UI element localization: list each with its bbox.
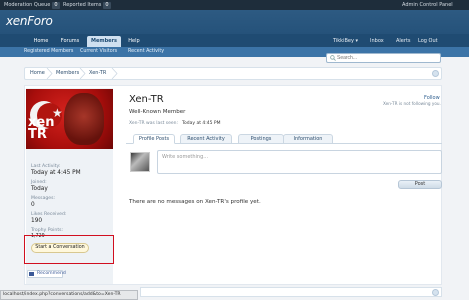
tab-information[interactable]: Information bbox=[283, 134, 333, 144]
poster-avatar bbox=[130, 152, 150, 172]
stat-value-last-activity: Today at 4:45 PM bbox=[31, 170, 81, 176]
facebook-icon bbox=[29, 272, 34, 276]
nav-tab-home[interactable]: Home bbox=[28, 36, 54, 47]
bottom-breadcrumb bbox=[140, 287, 442, 297]
highlight-box bbox=[24, 235, 114, 264]
last-seen-label: Xen-TR was last seen: bbox=[129, 121, 179, 126]
tab-recent-activity[interactable]: Recent Activity bbox=[180, 134, 232, 144]
empty-messages-text: There are no messages on Xen-TR's profil… bbox=[129, 199, 261, 205]
breadcrumb-separator-icon bbox=[79, 68, 86, 79]
bottom-jump-toggle[interactable] bbox=[432, 289, 439, 296]
nav-tab-forums[interactable]: Forums bbox=[56, 36, 84, 47]
avatar-text: xen TR bbox=[28, 115, 55, 142]
subnav-registered-members[interactable]: Registered Members bbox=[24, 48, 73, 56]
tab-profile-posts[interactable]: Profile Posts bbox=[133, 134, 175, 144]
moderator-bar: Moderation Queue 0 Reported Items 0 Admin … bbox=[0, 0, 469, 10]
breadcrumb-members[interactable]: Members bbox=[56, 68, 79, 79]
moderation-queue-link[interactable]: Moderation Queue 0 bbox=[4, 1, 60, 9]
stat-label-joined: Joined: bbox=[31, 180, 47, 185]
user-name: TikkiBey bbox=[333, 38, 354, 44]
stat-label-likes: Likes Received: bbox=[31, 212, 67, 217]
last-seen-value: Today at 4:45 PM bbox=[182, 121, 221, 126]
nav-tab-members[interactable]: Members bbox=[87, 36, 121, 47]
tab-postings[interactable]: Postings bbox=[238, 134, 284, 144]
reported-items-label: Reported Items bbox=[63, 2, 102, 8]
breadcrumb-separator-icon bbox=[46, 68, 53, 79]
user-menu[interactable]: TikkiBey ▾ bbox=[333, 37, 358, 46]
breadcrumb-home[interactable]: Home bbox=[30, 68, 45, 79]
reported-items-link[interactable]: Reported Items 0 bbox=[63, 1, 111, 9]
search-input[interactable] bbox=[326, 53, 441, 63]
stat-value-messages: 0 bbox=[31, 202, 35, 208]
site-logo[interactable]: xenForo bbox=[6, 14, 53, 28]
moderation-queue-label: Moderation Queue bbox=[4, 2, 51, 8]
search-icon bbox=[330, 55, 336, 61]
profile-post-input[interactable]: Write something... bbox=[157, 150, 442, 174]
inbox-link[interactable]: Inbox bbox=[370, 37, 384, 46]
nav-tab-help[interactable]: Help bbox=[123, 36, 145, 47]
browser-status-bar: localhost/index.php?conversations/add&to… bbox=[0, 290, 138, 300]
stat-label-messages: Messages: bbox=[31, 196, 56, 201]
reported-items-count: 0 bbox=[103, 2, 111, 9]
stat-value-joined: Today bbox=[31, 186, 48, 192]
subnav-recent-activity[interactable]: Recent Activity bbox=[128, 48, 164, 56]
profile-user-title: Well-Known Member bbox=[129, 109, 186, 115]
moderation-queue-count: 0 bbox=[52, 2, 60, 9]
chevron-down-icon: ▾ bbox=[355, 38, 359, 44]
stat-label-trophy-points: Trophy Points: bbox=[31, 228, 64, 233]
breadcrumb-current[interactable]: Xen-TR bbox=[89, 68, 106, 79]
stat-value-likes: 190 bbox=[31, 218, 43, 224]
stat-label-last-activity: Last Activity: bbox=[31, 164, 61, 169]
site-header bbox=[0, 10, 469, 34]
avatar[interactable]: ★ xen TR bbox=[26, 89, 113, 149]
post-button[interactable]: Post bbox=[398, 180, 442, 189]
avatar-face bbox=[64, 93, 104, 145]
not-following-text: Xen-TR is not following you. bbox=[383, 101, 441, 106]
alerts-link[interactable]: Alerts bbox=[396, 37, 411, 46]
logout-link[interactable]: Log Out bbox=[418, 37, 438, 46]
breadcrumb-separator-icon bbox=[111, 68, 118, 79]
admin-control-panel-link[interactable]: Admin Control Panel bbox=[402, 1, 453, 9]
breadcrumb-jump-toggle[interactable] bbox=[432, 70, 439, 77]
profile-username: Xen-TR bbox=[129, 94, 164, 105]
subnav-current-visitors[interactable]: Current Visitors bbox=[80, 48, 117, 56]
